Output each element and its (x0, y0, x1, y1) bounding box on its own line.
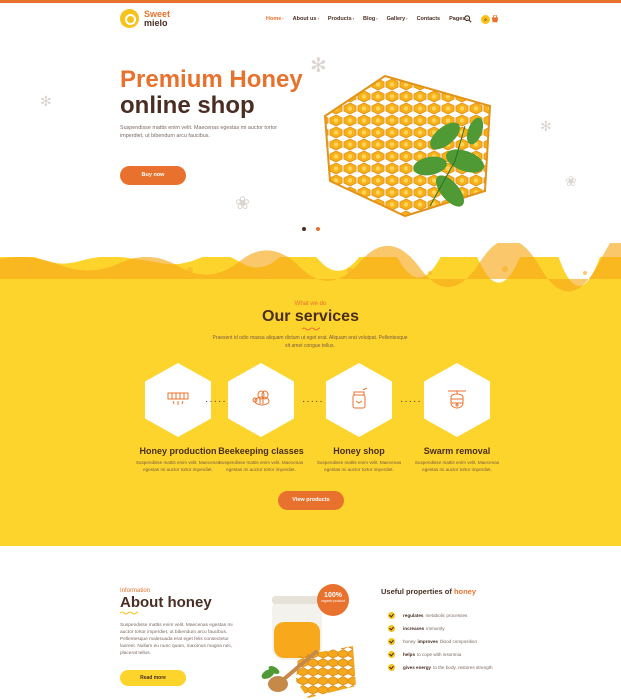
property-item: increases immunity (388, 622, 493, 635)
property-text: blood composition (439, 639, 477, 644)
about-section: Information About honey Suspendisse matt… (0, 546, 621, 700)
service-card-beekeeping-classes[interactable]: Beekeeping classes Suspendisse mattis en… (212, 363, 310, 473)
property-keyword: improves (417, 639, 438, 644)
nav-item-home[interactable]: Home› (266, 16, 284, 22)
flower-doodle-icon: ❀ (235, 193, 251, 213)
main-nav: Home› About us› Products› Blog› Gallery› Cont… (266, 16, 468, 22)
squiggle-divider (302, 327, 320, 331)
service-description: Suspendisse mattis enim velit. Maecenas … (316, 460, 402, 472)
property-text: immunity (426, 626, 445, 631)
slider-dot-active[interactable] (302, 227, 306, 231)
about-description: Suspendisse mattis enim velit. Maecenas … (120, 623, 233, 656)
property-text: metabolic processes (425, 613, 468, 618)
chevron-down-icon: › (317, 16, 319, 21)
flower-doodle-icon: ❀ (565, 173, 577, 189)
check-icon (388, 651, 395, 658)
badge-text: organic product (320, 599, 346, 603)
view-products-button[interactable]: View products (278, 491, 344, 510)
hero-slider: ✻ ✻ ✻ ❀ ❀ Premium Honey online shop Susp… (0, 33, 621, 243)
nav-item-contacts[interactable]: Contacts (417, 16, 441, 22)
honeycomb-mint-image (323, 74, 492, 218)
services-title: Our services (262, 308, 359, 325)
services-description: Praesent id odio massa aliquam dictum ut… (212, 335, 408, 349)
honey-jar-icon (352, 387, 368, 409)
property-item: regulates metabolic processes (388, 609, 493, 622)
bee-doodle-icon: ✻ (540, 118, 552, 134)
service-title: Swarm removal (423, 446, 491, 456)
property-pre: honey (403, 639, 416, 644)
logo-line2: mielo (144, 17, 168, 28)
logo-text: Sweet mielo (144, 9, 170, 28)
nav-item-label: Home (266, 16, 282, 22)
check-icon (388, 664, 395, 671)
cart-icon[interactable] (491, 15, 499, 23)
cart-count-badge[interactable]: 0 (481, 15, 490, 24)
nav-item-label: Contacts (416, 16, 441, 22)
services-section: What we do Our services Praesent id odio… (0, 243, 621, 546)
chevron-down-icon: › (406, 16, 408, 21)
beehive-icon (448, 390, 466, 409)
hero-description: Suspendisse mattis enim velit. Maecenas … (120, 125, 277, 139)
service-hex (424, 363, 490, 437)
service-description: Suspendisse mattis enim velit. Maecenas … (218, 460, 304, 472)
chevron-down-icon: › (376, 16, 378, 21)
honey-drip-border (0, 243, 621, 292)
slider-dot[interactable] (316, 227, 320, 231)
property-keyword: helps (403, 652, 415, 657)
property-item: honey improves blood composition (388, 635, 493, 648)
bee-doodle-icon: ✻ (40, 93, 52, 109)
read-more-button[interactable]: Read more (120, 670, 186, 686)
nav-item-label: Products (327, 16, 352, 22)
badge-percent: 100% (324, 592, 342, 599)
nav-item-products[interactable]: Products› (328, 16, 354, 22)
nav-item-label: Pages (449, 16, 466, 22)
hero-title-line2: online shop (120, 92, 255, 119)
service-description: Suspendisse mattis enim velit. Maecenas … (414, 460, 500, 472)
property-item: gives energy to the body, restores streng… (388, 661, 493, 674)
service-card-honey-shop[interactable]: Honey shop Suspendisse mattis enim velit… (310, 363, 408, 473)
check-icon (388, 625, 395, 632)
service-hex (228, 363, 294, 437)
nav-item-about-us[interactable]: About us› (293, 16, 319, 22)
service-title: Honey shop (333, 446, 385, 456)
hero-title-line1: Premium Honey (120, 66, 303, 93)
properties-list: regulates metabolic processes increases imm… (388, 609, 493, 674)
bee-icon (252, 390, 270, 406)
service-hex (145, 363, 211, 437)
property-keyword: gives energy (403, 665, 432, 670)
logo[interactable]: Sweet mielo (120, 9, 170, 28)
search-icon[interactable] (464, 15, 472, 23)
nav-item-label: About us (292, 16, 317, 22)
about-title: About honey (120, 594, 212, 611)
chevron-down-icon: › (352, 16, 354, 21)
properties-title-plain: Useful properties of (381, 587, 452, 596)
service-card-swarm-removal[interactable]: Swarm removal Suspendisse mattis enim ve… (408, 363, 506, 473)
property-keyword: regulates (403, 613, 424, 618)
check-icon (388, 638, 395, 645)
squiggle-divider (120, 611, 138, 615)
buy-now-button[interactable]: Buy now (120, 166, 186, 185)
logo-icon (120, 9, 139, 28)
chevron-down-icon: › (282, 16, 284, 21)
nav-item-label: Gallery (386, 16, 406, 22)
service-title: Beekeeping classes (218, 446, 304, 456)
site-header: Sweet mielo Home› About us› Products› Blog›… (0, 3, 621, 33)
services-kicker: What we do (294, 301, 327, 307)
nav-item-blog[interactable]: Blog› (363, 16, 378, 22)
property-text: to cope with insomnia (417, 652, 462, 657)
properties-title-accent: honey (453, 587, 477, 596)
property-item: helps to cope with insomnia (388, 648, 493, 661)
organic-badge: 100% organic product (317, 584, 349, 616)
property-text: to the body, restores strength (433, 665, 493, 670)
property-keyword: increases (403, 626, 425, 631)
service-hex (326, 363, 392, 437)
nav-item-label: Blog (363, 16, 376, 22)
honeycomb-icon (167, 392, 189, 405)
nav-item-gallery[interactable]: Gallery› (387, 16, 408, 22)
check-icon (388, 612, 395, 619)
properties-title: Useful properties of honey (381, 587, 476, 596)
hero-title: Premium Honey online shop (120, 67, 303, 119)
